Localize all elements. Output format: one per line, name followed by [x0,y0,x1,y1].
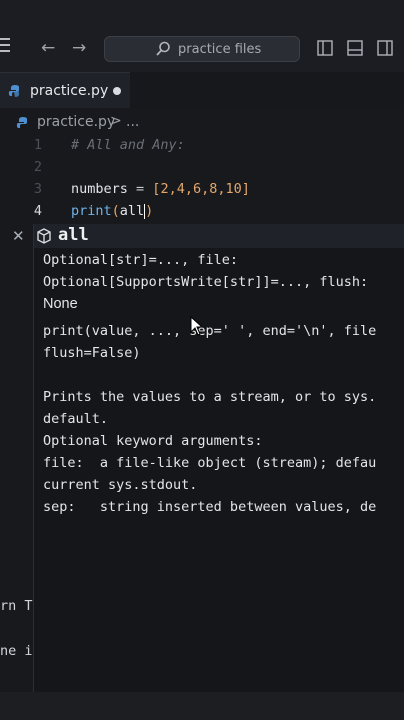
identifier: numbers [71,181,128,197]
menu-icon[interactable] [0,38,12,54]
argument: all [119,203,145,219]
line-number: 3 [33,181,42,197]
description-line: current sys.stdout. [43,477,198,493]
code-line-3[interactable]: numbers = [2,4,6,8,10] [71,181,250,197]
description-line: Prints the values to a stream, or to sys… [43,389,377,405]
line-number: 2 [33,159,42,175]
code-line-1[interactable]: # All and Any: [71,137,185,153]
residual-text: rn T [0,598,33,614]
tab-label: practice.py [30,83,109,99]
mouse-pointer-icon [190,316,204,336]
call-line: flush=False) [43,345,141,361]
list-values: 2,4,6,8,10 [160,181,242,197]
paren: ) [145,203,154,219]
tab-practice-py[interactable]: practice.py [0,72,130,109]
description-line: Optional keyword arguments: [43,433,263,449]
title-bar: ← → practice files [0,0,404,73]
arrow-right-icon[interactable]: → [72,38,86,58]
search-placeholder: practice files [178,42,262,57]
signature-line: None [43,296,78,312]
comment: # All and Any: [71,137,185,153]
popup-header: all [34,224,404,248]
search-icon [156,41,170,56]
hover-popup: all Optional[str]=..., file: Optional[Su… [33,224,404,692]
operator: = [127,181,153,197]
python-file-icon [8,85,19,97]
function-name: print [71,203,112,219]
toggle-panel-icon[interactable] [347,40,363,56]
breadcrumb-file[interactable]: practice.py [37,114,115,130]
tab-bar: practice.py [0,72,404,109]
residual-text: ne i [0,643,33,659]
code-line-4[interactable]: print(all) [71,203,153,219]
description-line: default. [43,411,109,427]
python-file-icon [16,117,27,128]
description-line: file: a file-like object (stream); defau [43,455,377,471]
arrow-left-icon[interactable]: ← [41,38,55,58]
line-number-active: 4 [33,203,42,219]
call-line: print(value, ..., sep=' ', end='\n', fil… [43,323,377,339]
description-line: sep: string inserted between values, de [43,499,377,515]
cube-icon [37,228,51,244]
close-icon[interactable]: ✕ [12,227,25,245]
toggle-sidebar-icon[interactable] [317,40,333,56]
signature-line: Optional[SupportsWrite[str]]=..., flush: [43,274,369,290]
split-editor-icon[interactable] [377,40,393,56]
breadcrumb-more[interactable]: ... [126,114,139,130]
search-input[interactable]: practice files [104,36,300,62]
line-number: 1 [33,137,42,153]
bottom-bar [0,692,404,720]
bracket: ] [241,181,250,197]
popup-title: all [58,225,89,245]
unsaved-dot-icon[interactable] [113,87,121,95]
paren: ( [111,203,120,219]
signature-line: Optional[str]=..., file: [43,252,239,268]
chevron-right-icon: > [110,113,122,129]
